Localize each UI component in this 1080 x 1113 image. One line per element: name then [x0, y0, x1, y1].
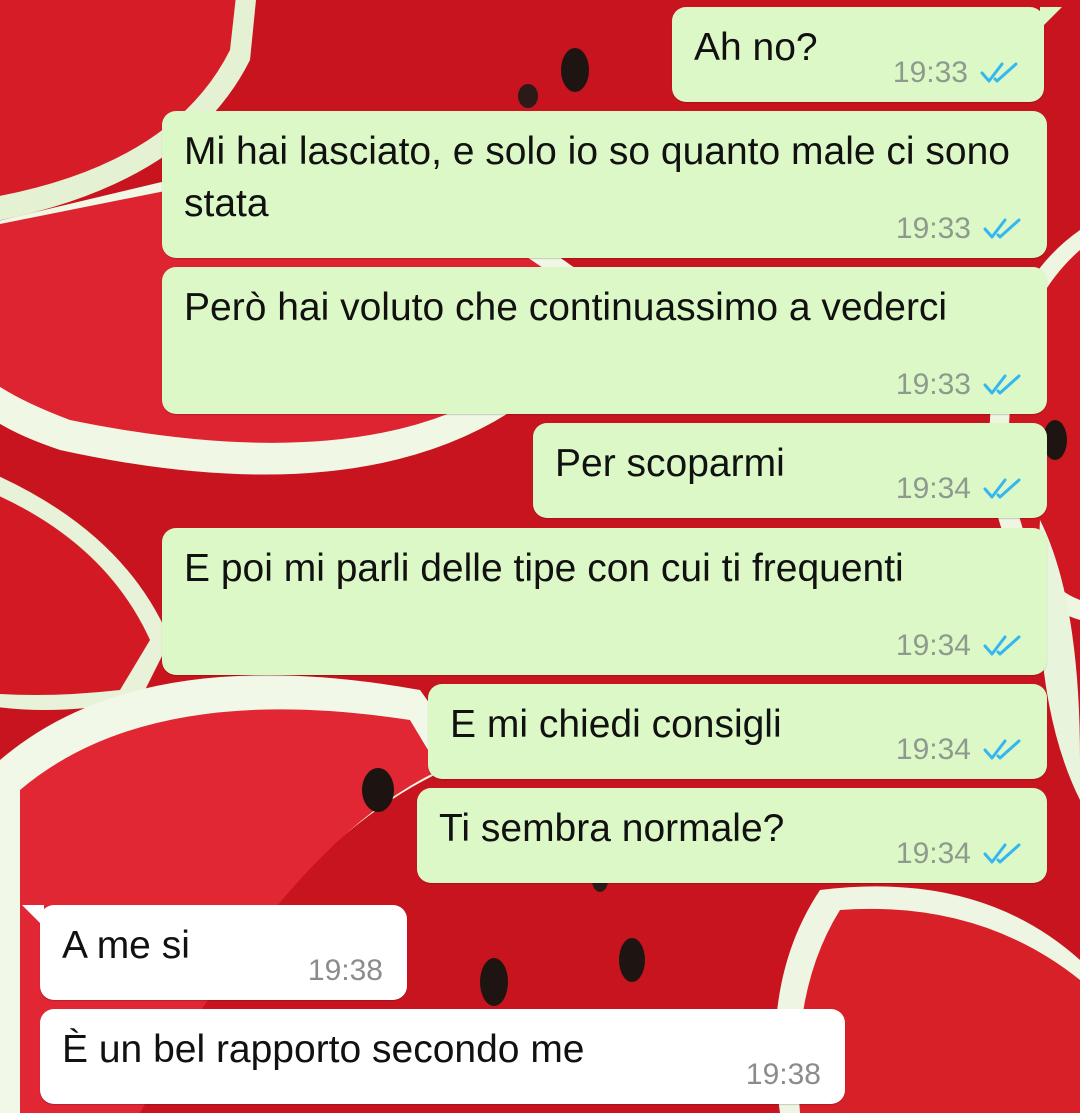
message-bubble-incoming[interactable]: È un bel rapporto secondo me 19:38: [40, 1009, 845, 1104]
message-time: 19:38: [745, 1058, 821, 1091]
double-check-read-icon: [983, 478, 1021, 499]
message-meta: 19:33: [893, 58, 1020, 88]
message-bubble-outgoing[interactable]: Però hai voluto che continuassimo a vede…: [162, 267, 1047, 414]
message-meta: 19:34: [896, 735, 1023, 765]
bubble-tail: [1040, 7, 1062, 29]
message-list[interactable]: Ah no? 19:33 Mi hai lasciato, e solo io …: [0, 0, 1080, 1113]
message-bubble-outgoing[interactable]: Per scoparmi 19:34: [533, 423, 1047, 518]
bubble-tail: [22, 905, 44, 927]
message-text: Però hai voluto che continuassimo a vede…: [184, 286, 948, 329]
double-check-read-icon: [983, 218, 1021, 239]
message-bubble-outgoing[interactable]: Mi hai lasciato, e solo io so quanto mal…: [162, 111, 1047, 258]
message-text: Mi hai lasciato, e solo io so quanto mal…: [184, 130, 1010, 225]
message-bubble-outgoing[interactable]: Ah no? 19:33: [672, 7, 1062, 102]
message-time: 19:34: [895, 733, 971, 766]
double-check-read-icon: [983, 374, 1021, 395]
message-time: 19:38: [307, 954, 383, 987]
double-check-read-icon: [983, 635, 1021, 656]
double-check-read-icon: [980, 62, 1018, 83]
message-time: 19:34: [895, 472, 971, 505]
message-meta: 19:33: [896, 370, 1023, 400]
message-bubble-incoming[interactable]: A me si 19:38: [22, 905, 407, 1000]
message-text: E poi mi parli delle tipe con cui ti fre…: [184, 547, 904, 590]
message-meta: 19:38: [746, 1060, 821, 1090]
message-bubble-outgoing[interactable]: E mi chiedi consigli 19:34: [428, 684, 1047, 779]
message-meta: 19:38: [308, 956, 383, 986]
message-time: 19:34: [895, 629, 971, 662]
message-meta: 19:33: [896, 214, 1023, 244]
message-text: È un bel rapporto secondo me: [62, 1028, 585, 1071]
double-check-read-icon: [983, 843, 1021, 864]
message-bubble-outgoing[interactable]: Ti sembra normale? 19:34: [417, 788, 1047, 883]
message-meta: 19:34: [896, 474, 1023, 504]
double-check-read-icon: [983, 739, 1021, 760]
message-bubble-outgoing[interactable]: E poi mi parli delle tipe con cui ti fre…: [162, 528, 1047, 675]
message-time: 19:33: [895, 212, 971, 245]
message-meta: 19:34: [896, 631, 1023, 661]
message-time: 19:33: [892, 56, 968, 89]
message-meta: 19:34: [896, 839, 1023, 869]
message-time: 19:34: [895, 837, 971, 870]
message-time: 19:33: [895, 368, 971, 401]
